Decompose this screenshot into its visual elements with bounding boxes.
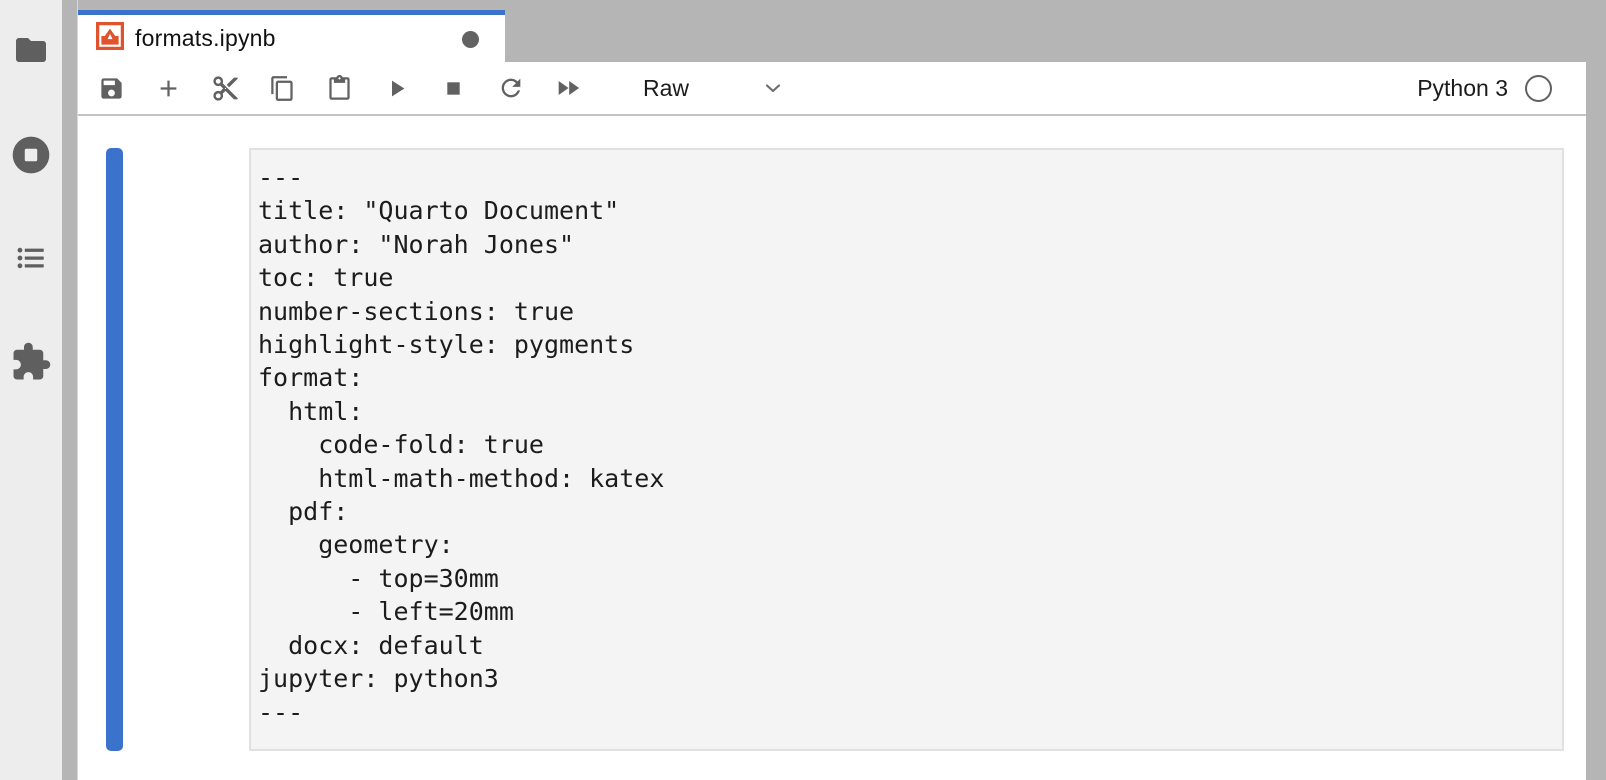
restart-run-all-button[interactable] (554, 75, 581, 102)
tab-formats-ipynb[interactable]: formats.ipynb (78, 10, 505, 62)
insert-cell-button[interactable] (155, 75, 182, 102)
cut-cells-button[interactable] (212, 75, 239, 102)
notebook-icon (96, 22, 124, 55)
main-dock-panel: formats.ipynb (77, 0, 1586, 780)
restart-kernel-button[interactable] (497, 75, 524, 102)
interrupt-kernel-button[interactable] (440, 75, 467, 102)
cell-source[interactable]: --- title: "Quarto Document" author: "No… (251, 150, 1562, 739)
notebook-toolbar: Raw Python 3 (78, 62, 1586, 116)
table-of-contents-icon (14, 241, 48, 275)
jupyterlab-window: formats.ipynb (0, 0, 1606, 780)
activity-sidebar (0, 0, 62, 780)
extensions-icon (10, 341, 52, 383)
refresh-icon (497, 74, 525, 102)
play-icon (383, 75, 410, 102)
window-edge-strip (1586, 0, 1606, 780)
save-icon (98, 75, 125, 102)
chevron-down-icon (689, 76, 785, 100)
running-sessions-icon (9, 133, 53, 177)
kernel-name[interactable]: Python 3 (1417, 75, 1508, 102)
tab-title: formats.ipynb (135, 25, 276, 52)
copy-cells-button[interactable] (269, 75, 296, 102)
cell-type-value: Raw (643, 75, 689, 102)
folder-icon (13, 32, 49, 68)
fast-forward-icon (554, 74, 582, 102)
cell-editor[interactable]: --- title: "Quarto Document" author: "No… (249, 148, 1564, 751)
run-cell-button[interactable] (383, 75, 410, 102)
paste-cells-button[interactable] (326, 75, 353, 102)
stop-icon (440, 75, 467, 102)
cell-type-select[interactable]: Raw (643, 75, 785, 102)
scissors-icon (211, 74, 240, 103)
unsaved-changes-dot[interactable] (462, 31, 479, 48)
copy-icon (269, 75, 296, 102)
plus-icon (155, 75, 182, 102)
sidebar-divider-strip (62, 0, 77, 780)
sidebar-item-extensions[interactable] (0, 340, 62, 384)
notebook-panel: --- title: "Quarto Document" author: "No… (78, 116, 1586, 778)
sidebar-item-file-browser[interactable] (0, 33, 62, 67)
cell-collapser[interactable] (106, 148, 123, 751)
sidebar-item-running-sessions[interactable] (0, 133, 62, 177)
tab-bar: formats.ipynb (78, 0, 1586, 62)
kernel-idle-circle (1525, 75, 1552, 102)
sidebar-item-table-of-contents[interactable] (0, 240, 62, 276)
paste-icon (326, 75, 353, 102)
save-button[interactable] (98, 75, 125, 102)
